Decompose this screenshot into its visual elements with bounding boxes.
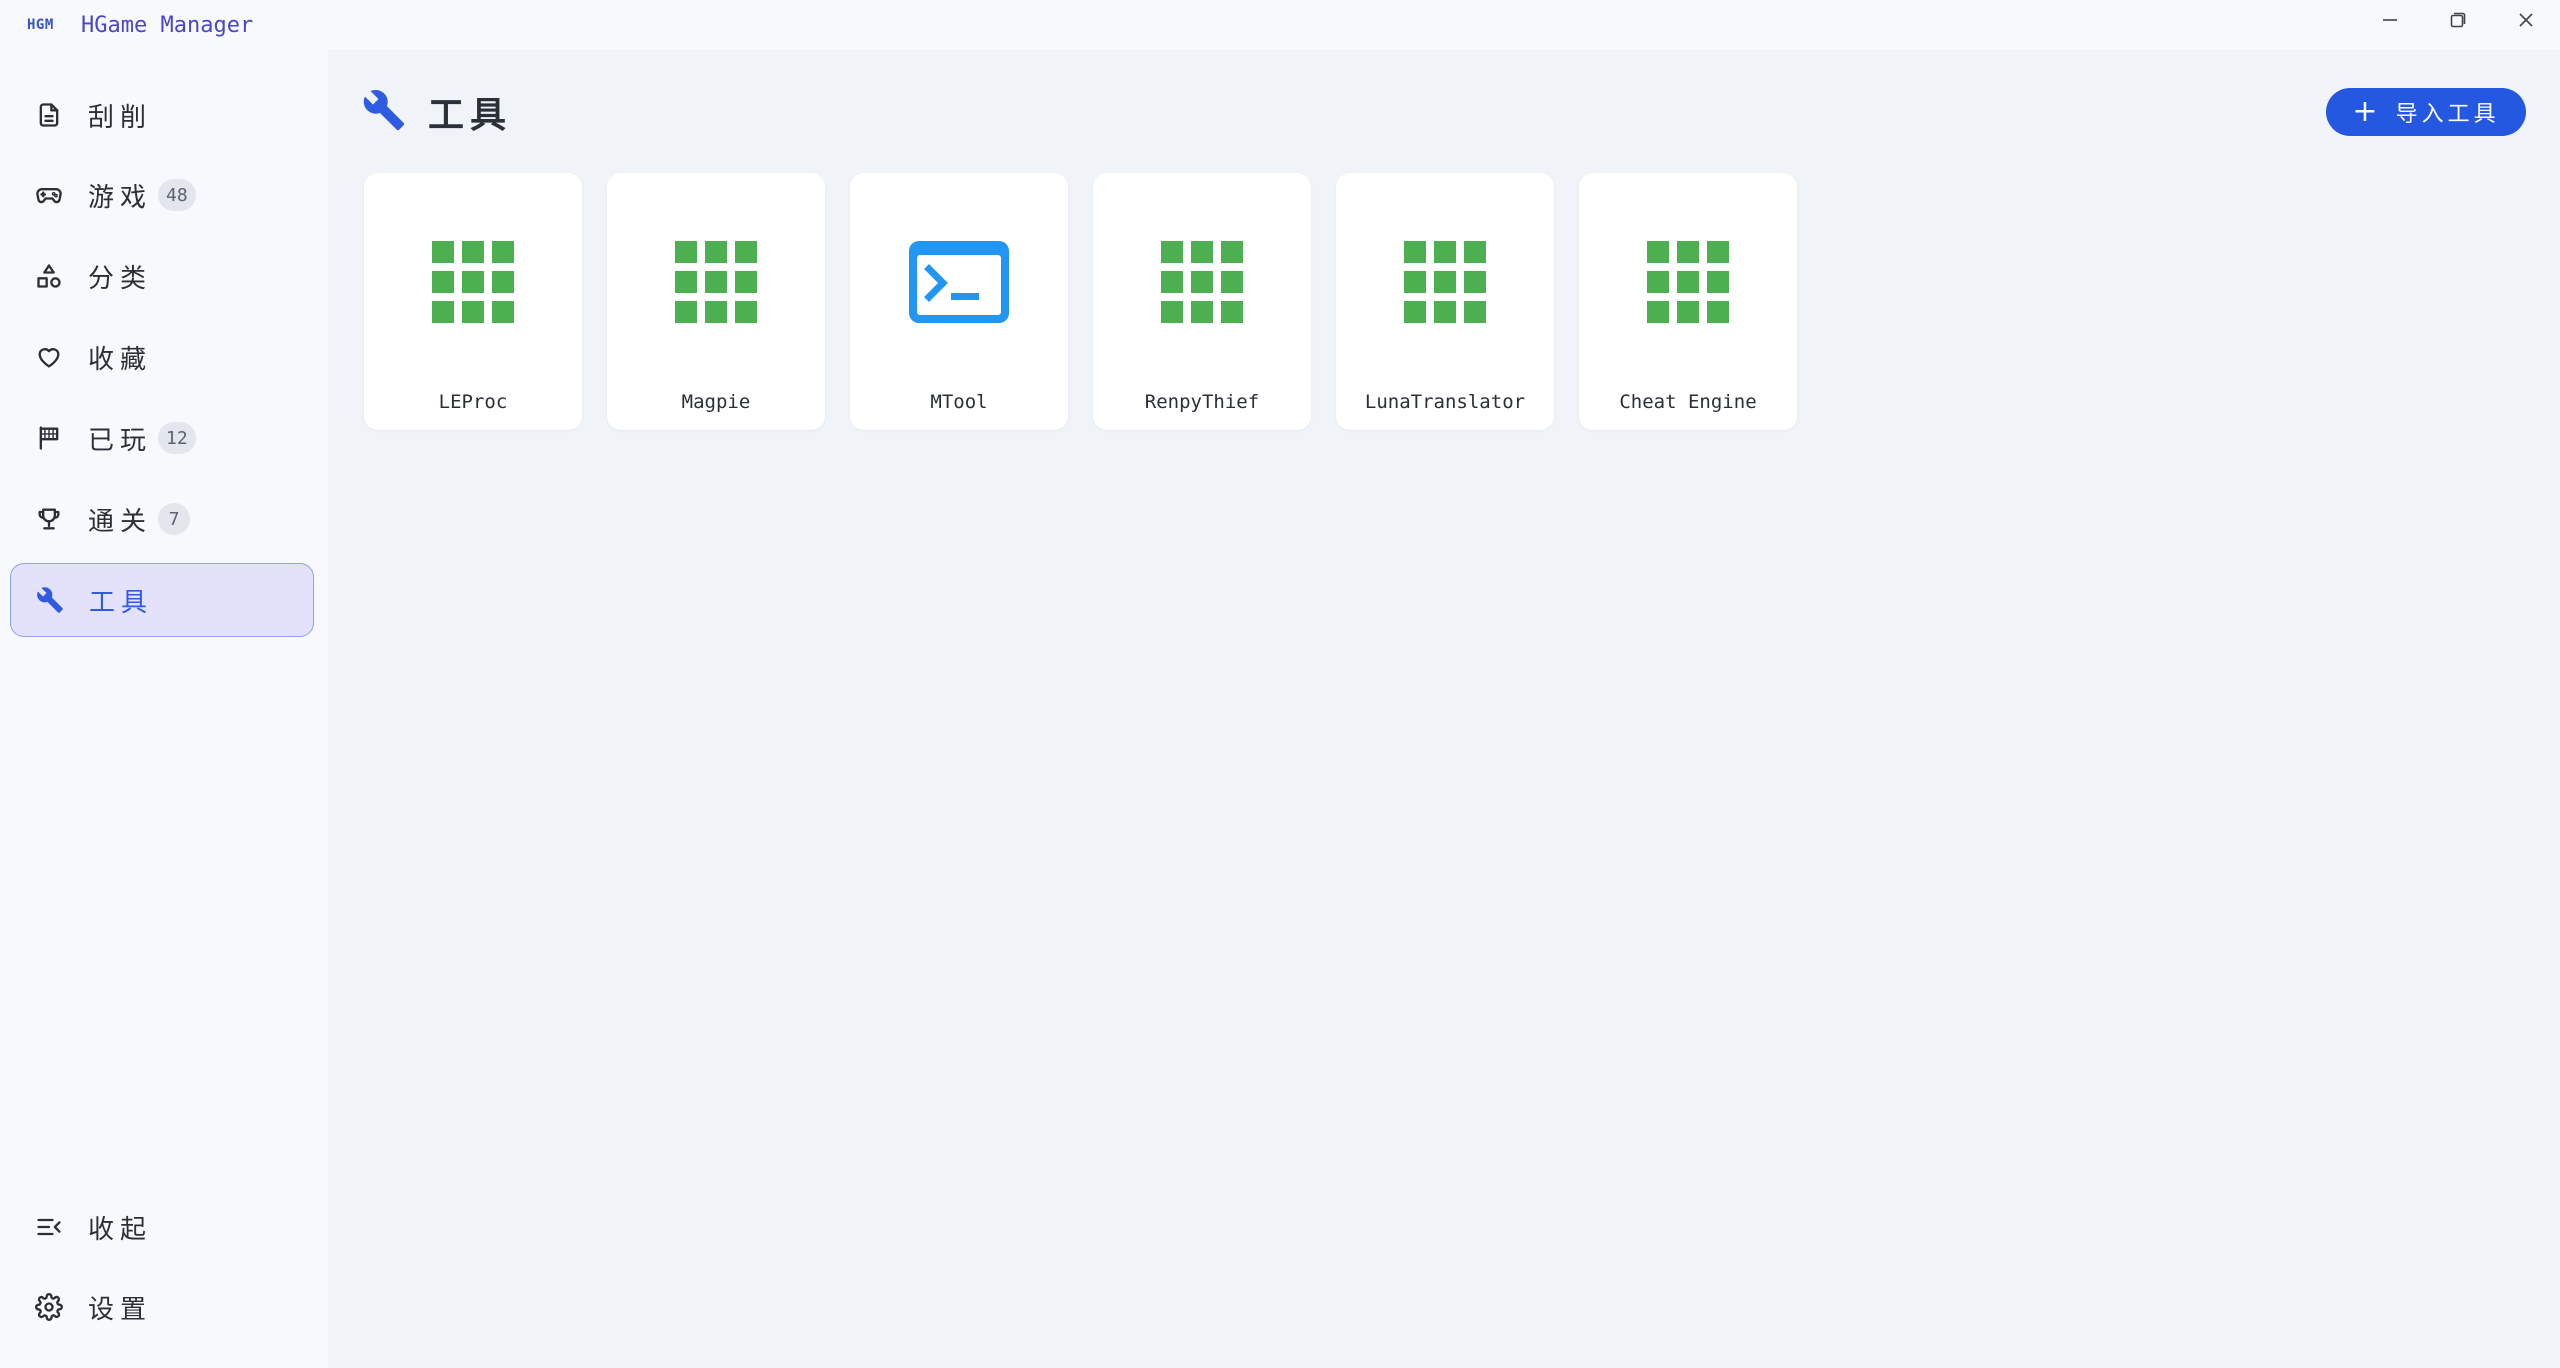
tool-card-renpythief[interactable]: RenpyThief: [1093, 173, 1311, 430]
sidebar-item-settings[interactable]: 设置: [10, 1270, 314, 1344]
grid-icon: [1647, 241, 1729, 323]
tool-grid: LEProc Magpie MTool RenpyThief LunaTrans…: [364, 173, 1822, 430]
import-tool-label: 导入工具: [2395, 102, 2500, 127]
grid-icon: [1404, 241, 1486, 323]
sidebar-item-label: 工具: [89, 587, 154, 618]
wrench-icon: [362, 88, 406, 136]
terminal-icon: [909, 241, 1009, 323]
maximize-button[interactable]: [2424, 0, 2492, 40]
wrench-icon: [35, 585, 65, 615]
tool-name: Magpie: [681, 391, 751, 413]
sidebar-item-label: 分类: [88, 263, 153, 294]
app-title: HGame Manager: [81, 12, 254, 38]
sidebar-item-tools[interactable]: 工具: [10, 563, 314, 637]
sidebar-item-label: 设置: [88, 1294, 153, 1325]
document-icon: [34, 100, 64, 130]
gamepad-icon: [34, 180, 64, 210]
tool-name: LEProc: [438, 391, 508, 413]
collapse-icon: [34, 1212, 64, 1242]
sidebar-item-label: 收藏: [88, 344, 153, 375]
tool-name: RenpyThief: [1144, 391, 1260, 413]
tool-name: LunaTranslator: [1364, 391, 1526, 413]
grid-icon: [675, 241, 757, 323]
tool-name: MTool: [930, 391, 988, 413]
shapes-icon: [34, 261, 64, 291]
count-badge: 12: [158, 422, 196, 454]
sidebar: 刮削 游戏 48 分类 收藏 已玩 12 通关 7 工具 收起 设置: [0, 50, 328, 1368]
grid-icon: [432, 241, 514, 323]
app-logo: HGM: [27, 17, 54, 33]
sidebar-item-games[interactable]: 游戏 48: [10, 158, 314, 232]
gear-icon: [34, 1292, 64, 1322]
sidebar-item-categories[interactable]: 分类: [10, 239, 314, 313]
sidebar-item-label: 收起: [88, 1214, 153, 1245]
tool-card-cheat-engine[interactable]: Cheat Engine: [1579, 173, 1797, 430]
plus-icon: +: [2352, 94, 2378, 129]
tool-card-lunatranslator[interactable]: LunaTranslator: [1336, 173, 1554, 430]
sidebar-item-label: 已玩: [88, 425, 153, 456]
tool-card-magpie[interactable]: Magpie: [607, 173, 825, 430]
close-button[interactable]: [2492, 0, 2560, 40]
flag-icon: [34, 423, 64, 453]
page-header: 工具: [362, 86, 512, 138]
tool-card-mtool[interactable]: MTool: [850, 173, 1068, 430]
sidebar-item-favorites[interactable]: 收藏: [10, 320, 314, 394]
window-controls: [2356, 0, 2560, 40]
minimize-icon: [2383, 19, 2397, 21]
tool-name: Cheat Engine: [1619, 391, 1757, 413]
grid-icon: [1161, 241, 1243, 323]
import-tool-button[interactable]: + 导入工具: [2326, 88, 2526, 136]
sidebar-item-completed[interactable]: 通关 7: [10, 482, 314, 556]
sidebar-item-played[interactable]: 已玩 12: [10, 401, 314, 475]
tool-card-leproc[interactable]: LEProc: [364, 173, 582, 430]
page-title: 工具: [428, 95, 513, 136]
sidebar-collapse-button[interactable]: 收起: [10, 1190, 314, 1264]
heart-icon: [34, 342, 64, 372]
sidebar-item-scrape[interactable]: 刮削: [10, 78, 314, 152]
restore-icon: [2450, 12, 2466, 28]
count-badge: 7: [158, 503, 190, 535]
sidebar-item-label: 通关: [88, 506, 153, 537]
sidebar-item-label: 刮削: [88, 102, 153, 133]
title-bar: HGM HGame Manager: [0, 0, 2560, 50]
main-content: 工具 + 导入工具 LEProc Magpie MTool RenpyThief…: [328, 50, 2560, 1368]
trophy-icon: [34, 504, 64, 534]
count-badge: 48: [158, 179, 196, 211]
close-icon: [2519, 13, 2533, 27]
minimize-button[interactable]: [2356, 0, 2424, 40]
sidebar-item-label: 游戏: [88, 182, 153, 213]
